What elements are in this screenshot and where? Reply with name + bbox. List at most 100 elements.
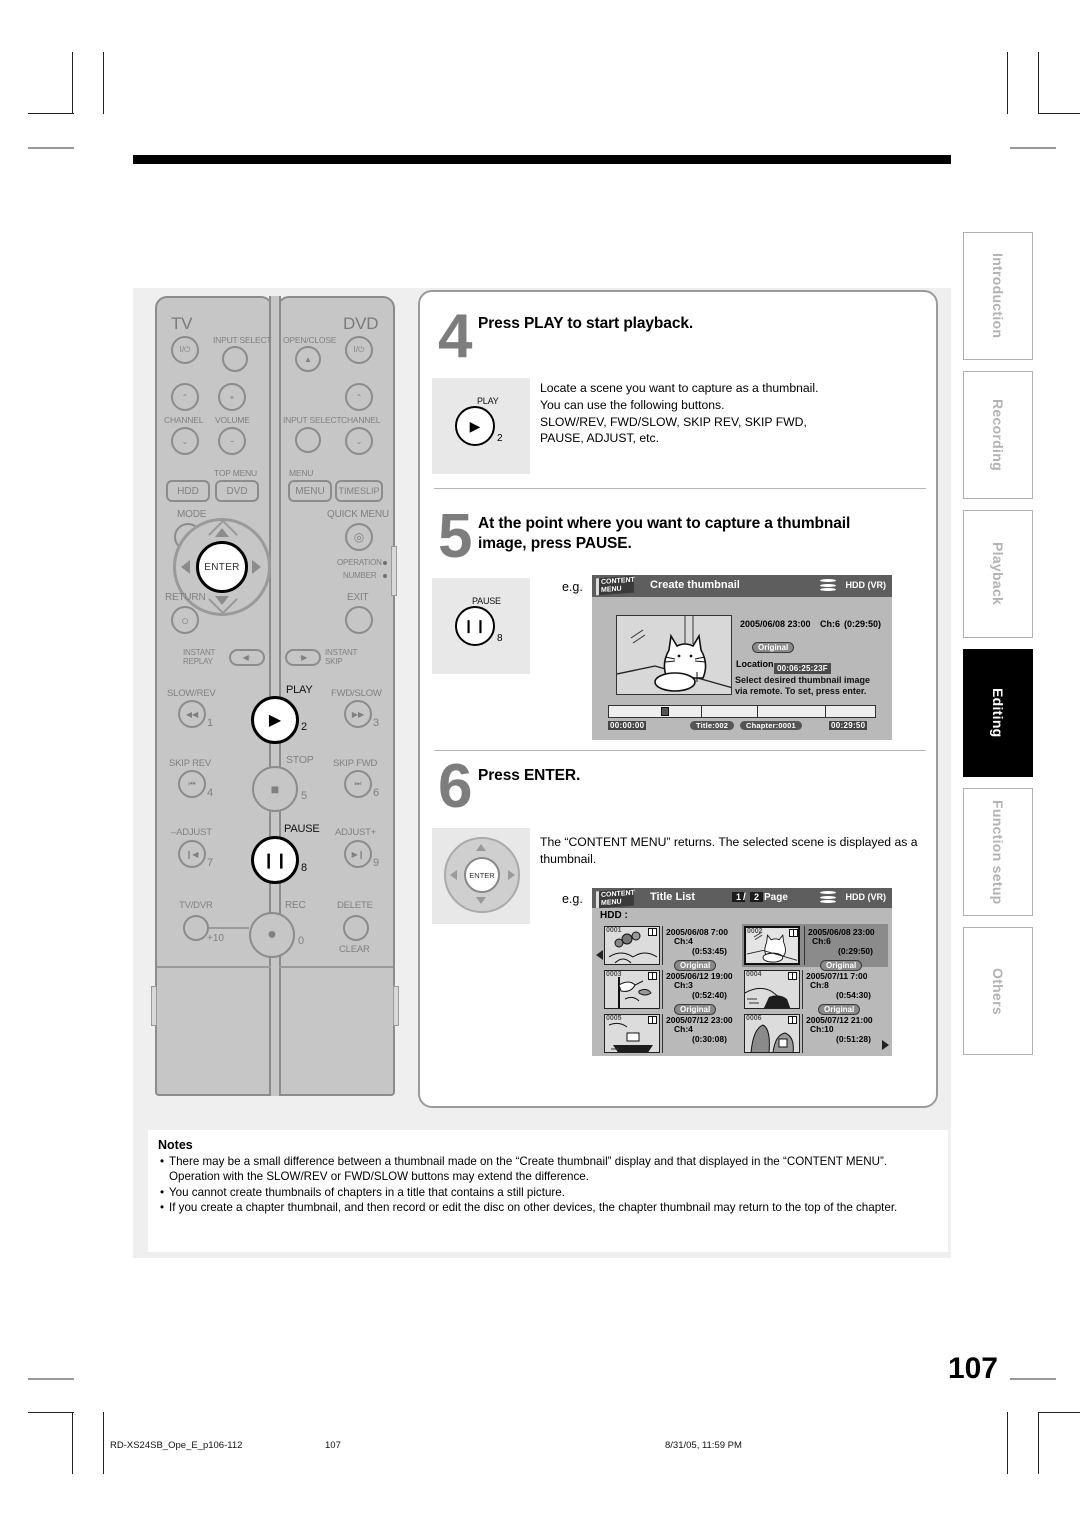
list-item-number: 0001 — [606, 927, 622, 934]
mode-label: MODE — [177, 509, 207, 520]
tv-volume-down-button[interactable]: − — [218, 427, 246, 455]
table-row[interactable]: 0005 2005/07/12 23:00 Ch:4 (0:30:08) — [604, 1014, 738, 1056]
tv-volume-up-button[interactable]: + — [218, 383, 246, 411]
section-tabs: Introduction Recording Playback Editing … — [963, 232, 1033, 1060]
table-row[interactable]: 0004 2005/07/11 7:00 Ch:8 (0:54:30) Orig… — [744, 970, 888, 1015]
open-close-label: OPEN/CLOSE — [283, 335, 337, 345]
skip-rev-button[interactable]: ⏮ — [178, 770, 206, 798]
dvd-button[interactable]: DVD — [215, 480, 259, 502]
open-close-button[interactable]: ▲ — [295, 346, 321, 372]
crop-mark-bl-h — [28, 1412, 74, 1413]
step-5-heading: At the point where you want to capture a… — [478, 515, 851, 553]
bullet-icon: • — [160, 1185, 165, 1199]
dvd-power-button[interactable]: I/⏻ — [345, 336, 373, 364]
create-thumbnail-channel: Ch:6 — [820, 619, 840, 629]
instant-replay-label: INSTANT REPLAY — [183, 648, 216, 666]
create-thumbnail-screen: CONTENT MENU Create thumbnail HDD (VR) 2… — [592, 575, 892, 740]
create-thumbnail-duration: (0:29:50) — [844, 619, 882, 629]
quick-menu-button[interactable]: ◎ — [345, 523, 373, 551]
progress-divider-2 — [757, 706, 758, 717]
pause-label: PAUSE — [284, 823, 320, 835]
table-row[interactable]: 0006 2005/07/12 21:00 Ch:10 (0:51:28) — [744, 1014, 888, 1056]
rec-connector-line — [209, 927, 249, 929]
return-button[interactable]: ○ — [171, 606, 199, 634]
dpad-up-icon[interactable] — [215, 528, 229, 537]
rec-button[interactable]: ● — [249, 912, 295, 958]
hdd-button[interactable]: HDD — [166, 480, 210, 502]
clear-label: CLEAR — [339, 944, 370, 955]
title-list-disc-stack-icon — [820, 891, 836, 905]
create-thumbnail-hint: Select desired thumbnail image via remot… — [735, 675, 871, 696]
skip-fwd-button[interactable]: ⏭ — [344, 770, 372, 798]
timeslip-button[interactable]: TIMESLIP — [335, 480, 383, 502]
tv-power-button[interactable]: I/⏻ — [171, 336, 199, 364]
title-list-scroll-left-icon[interactable] — [596, 950, 603, 960]
sidebar-item-recording[interactable]: Recording — [963, 371, 1033, 499]
sidebar-item-others[interactable]: Others — [963, 927, 1033, 1055]
sidebar-item-playback[interactable]: Playback — [963, 510, 1033, 638]
list-item-vr-icon — [788, 1016, 797, 1024]
step-5-eg-label: e.g. — [562, 580, 583, 594]
remote-side-rail — [391, 546, 397, 596]
menu-button[interactable]: MENU — [288, 480, 332, 502]
volume-label: VOLUME — [215, 415, 250, 425]
exit-button[interactable] — [345, 606, 373, 634]
table-row[interactable]: 0001 2005/06/08 7:00 Ch:4 (0:53:45) Orig… — [604, 926, 738, 971]
dvd-channel-down-button[interactable]: ⌄ — [345, 427, 373, 455]
dvd-input-select-button[interactable] — [295, 427, 321, 453]
dpad-right-icon[interactable] — [252, 560, 261, 574]
sidebar-item-introduction[interactable]: Introduction — [963, 232, 1033, 360]
tv-dvr-button[interactable] — [183, 915, 209, 941]
operation-indicator-dot — [383, 561, 387, 565]
stop-button[interactable]: ■ — [252, 766, 298, 812]
pause-button[interactable]: ❙❙ — [251, 836, 299, 884]
create-thumbnail-progress-track — [608, 705, 876, 718]
fwd-slow-button[interactable]: ▶▶ — [344, 700, 372, 728]
dpad-left-icon[interactable] — [181, 560, 190, 574]
adjust-plus-button[interactable]: ▶❙ — [344, 840, 372, 868]
table-row[interactable]: 0003 2005/06/12 19:00 Ch:3 (0:52:40) Ori… — [604, 970, 738, 1015]
footer-page: 107 — [325, 1440, 341, 1451]
table-row[interactable]: 0002 2005/06/08 23:00 Ch:6 (0:29:50) Ori… — [742, 924, 888, 971]
step-5-pause-icon: ❙❙ — [455, 606, 495, 646]
remote-tv-heading: TV — [171, 314, 193, 333]
remote-lower-divider-2 — [279, 966, 393, 968]
delete-clear-button[interactable] — [343, 915, 369, 941]
play-button[interactable]: ▶ — [251, 696, 299, 744]
instant-skip-button[interactable]: ‧▶ — [285, 649, 321, 666]
fwd-slow-label: FWD/SLOW — [331, 688, 382, 699]
list-item-channel: Ch:4 — [674, 1024, 693, 1034]
tv-channel-up-button[interactable]: ⌃ — [171, 383, 199, 411]
footer-filename: RD-XS24SB_Ope_E_p106-112 — [110, 1440, 243, 1451]
dvd-channel-up-button[interactable]: ⌃ — [345, 383, 373, 411]
list-item-duration: (0:30:08) — [692, 1034, 727, 1044]
create-thumbnail-progress-start: 00:00:00 — [608, 721, 647, 730]
tv-input-select-button[interactable] — [222, 346, 248, 372]
adjust-minus-button[interactable]: ❙◀ — [178, 840, 206, 868]
number-6: 6 — [373, 787, 380, 799]
instant-skip-label: INSTANT SKIP — [325, 648, 358, 666]
note-item: • If you create a chapter thumbnail, and … — [158, 1200, 938, 1215]
sidebar-item-label: Others — [990, 967, 1006, 1015]
list-item-channel: Ch:8 — [810, 980, 829, 990]
list-item-divider — [662, 970, 663, 1009]
list-item-divider — [802, 970, 803, 1009]
tv-channel-down-button[interactable]: ⌄ — [171, 427, 199, 455]
create-thumbnail-preview — [616, 615, 732, 695]
channel-right-label: CHANNEL — [341, 415, 381, 425]
dpad-down-icon[interactable] — [215, 596, 229, 605]
list-item-divider — [804, 926, 805, 965]
step-5-number: 5 — [438, 502, 473, 571]
sidebar-item-editing[interactable]: Editing — [963, 649, 1033, 777]
step-4-number: 4 — [438, 302, 473, 371]
crop-mark-bl-bleed — [28, 1378, 74, 1380]
number-9: 9 — [373, 857, 380, 869]
instant-replay-button[interactable]: ◀‧ — [229, 649, 265, 666]
sidebar-item-function-setup[interactable]: Function setup — [963, 788, 1033, 916]
enter-button[interactable]: ENTER — [196, 541, 248, 593]
bullet-icon: • — [160, 1155, 165, 1168]
crop-mark-tl-v2 — [103, 52, 104, 114]
remote-dvd-heading: DVD — [343, 314, 379, 333]
sidebar-item-label: Recording — [990, 399, 1006, 471]
slow-rev-button[interactable]: ◀◀ — [178, 700, 206, 728]
